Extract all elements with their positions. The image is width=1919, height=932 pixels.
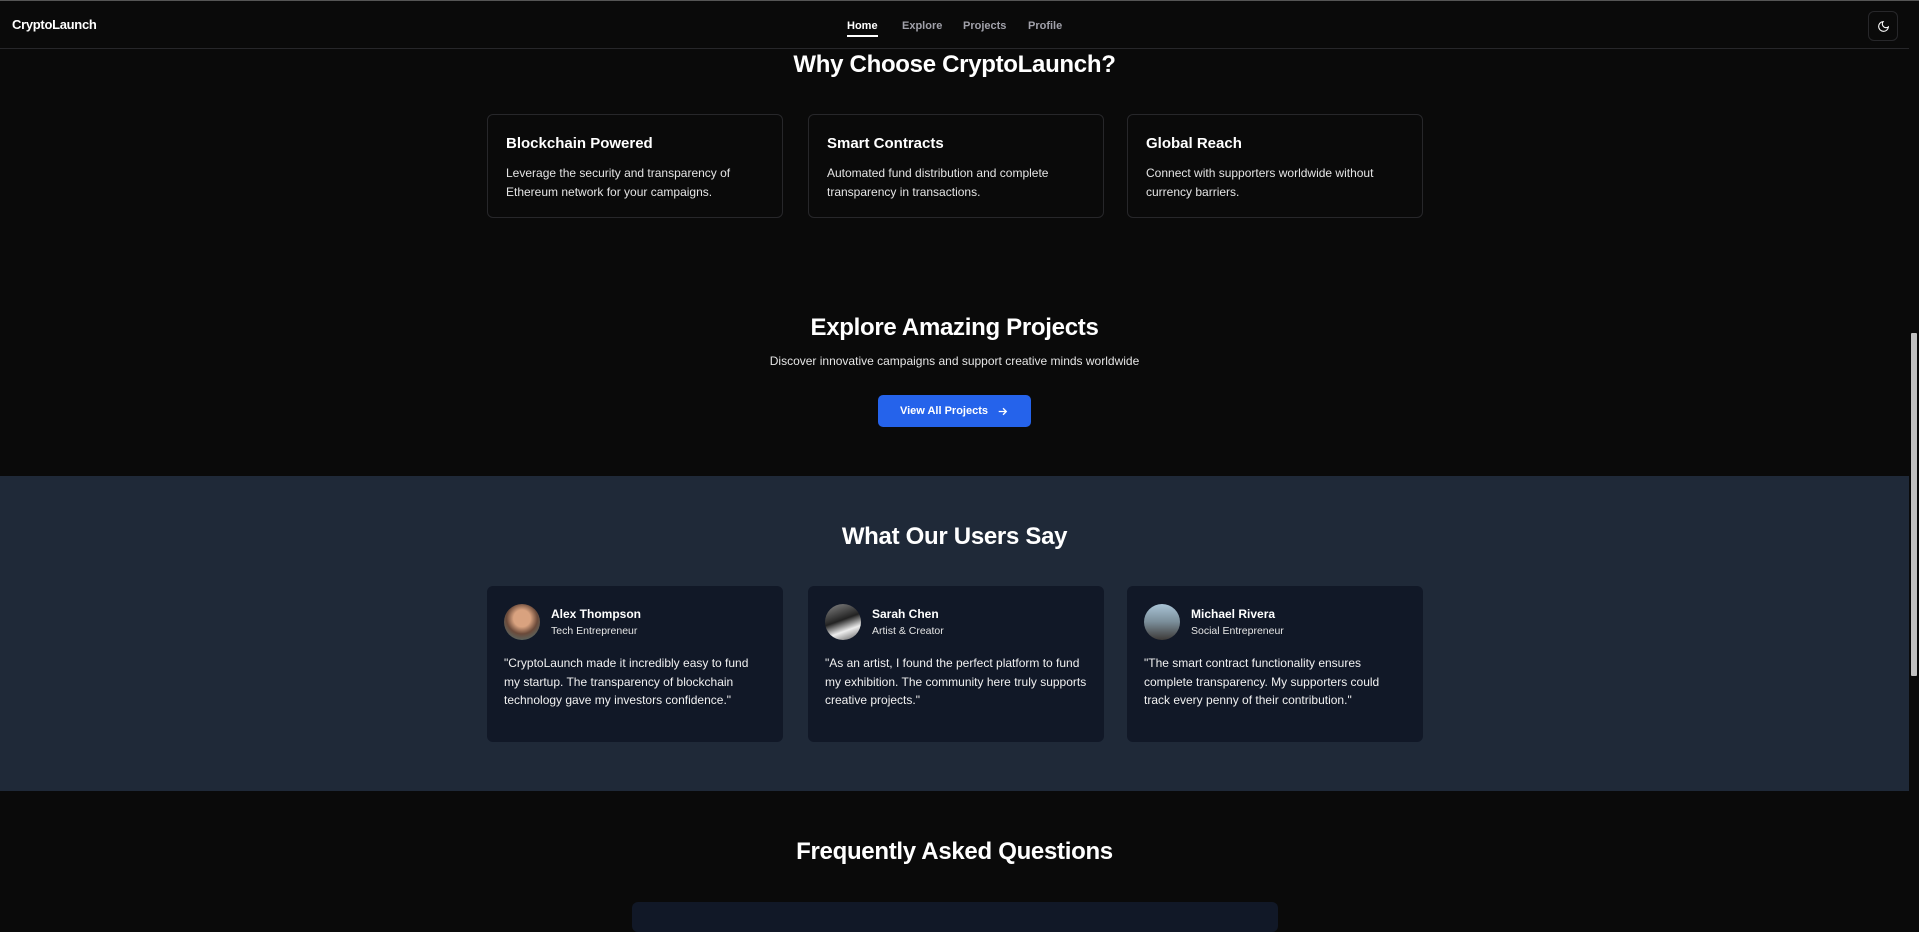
testimonial-card: Sarah Chen Artist & Creator "As an artist…	[808, 586, 1104, 742]
moon-icon	[1877, 20, 1889, 32]
avatar	[825, 604, 861, 640]
faq-item[interactable]	[632, 902, 1278, 932]
active-nav-indicator	[847, 35, 878, 37]
user-name: Sarah Chen	[872, 607, 939, 621]
faq-title: Frequently Asked Questions	[796, 838, 1113, 865]
testimonial-card: Michael Rivera Social Entrepreneur "The s…	[1127, 586, 1423, 742]
feature-title: Global Reach	[1146, 135, 1242, 152]
why-title: Why Choose CryptoLaunch?	[793, 51, 1116, 78]
feature-desc: Connect with supporters worldwide withou…	[1146, 166, 1374, 199]
explore-title: Explore Amazing Projects	[810, 314, 1099, 341]
nav-home[interactable]: Home	[847, 20, 878, 32]
button-label: View All Projects	[899, 405, 989, 417]
testimonial-quote: "CryptoLaunch made it incredibly easy to…	[504, 656, 749, 707]
user-role: Artist & Creator	[872, 625, 944, 637]
nav-projects[interactable]: Projects	[963, 20, 1006, 32]
feature-card: Global Reach Connect with supporters wor…	[1127, 114, 1423, 218]
feature-desc: Leverage the security and transparency o…	[506, 166, 731, 199]
theme-toggle-button[interactable]	[1868, 11, 1898, 41]
explore-subtitle: Discover innovative campaigns and suppor…	[769, 354, 1140, 368]
logo[interactable]: CryptoLaunch	[12, 17, 97, 32]
nav-explore[interactable]: Explore	[902, 20, 942, 32]
user-role: Tech Entrepreneur	[551, 625, 638, 637]
scrollbar-thumb[interactable]	[1911, 333, 1917, 676]
user-role: Social Entrepreneur	[1191, 625, 1284, 637]
arrow-right-icon	[998, 407, 1008, 415]
nav-profile[interactable]: Profile	[1028, 20, 1062, 32]
feature-title: Smart Contracts	[827, 135, 944, 152]
feature-title: Blockchain Powered	[506, 135, 653, 152]
avatar	[504, 604, 540, 640]
testimonial-quote: "As an artist, I found the perfect platf…	[825, 656, 1087, 707]
user-name: Michael Rivera	[1191, 607, 1276, 621]
view-all-projects-button[interactable]: View All Projects	[878, 395, 1031, 427]
feature-desc: Automated fund distribution and complete…	[827, 166, 1049, 199]
user-name: Alex Thompson	[551, 607, 642, 621]
testimonial-quote: "The smart contract functionality ensure…	[1144, 656, 1380, 707]
testimonial-card: Alex Thompson Tech Entrepreneur "CryptoLa…	[487, 586, 783, 742]
top-nav: CryptoLaunch Home Explore Projects Profi…	[0, 1, 1909, 49]
feature-card: Smart Contracts Automated fund distribut…	[808, 114, 1104, 218]
feature-card: Blockchain Powered Leverage the security…	[487, 114, 783, 218]
avatar	[1144, 604, 1180, 640]
testimonials-title: What Our Users Say	[841, 523, 1068, 550]
